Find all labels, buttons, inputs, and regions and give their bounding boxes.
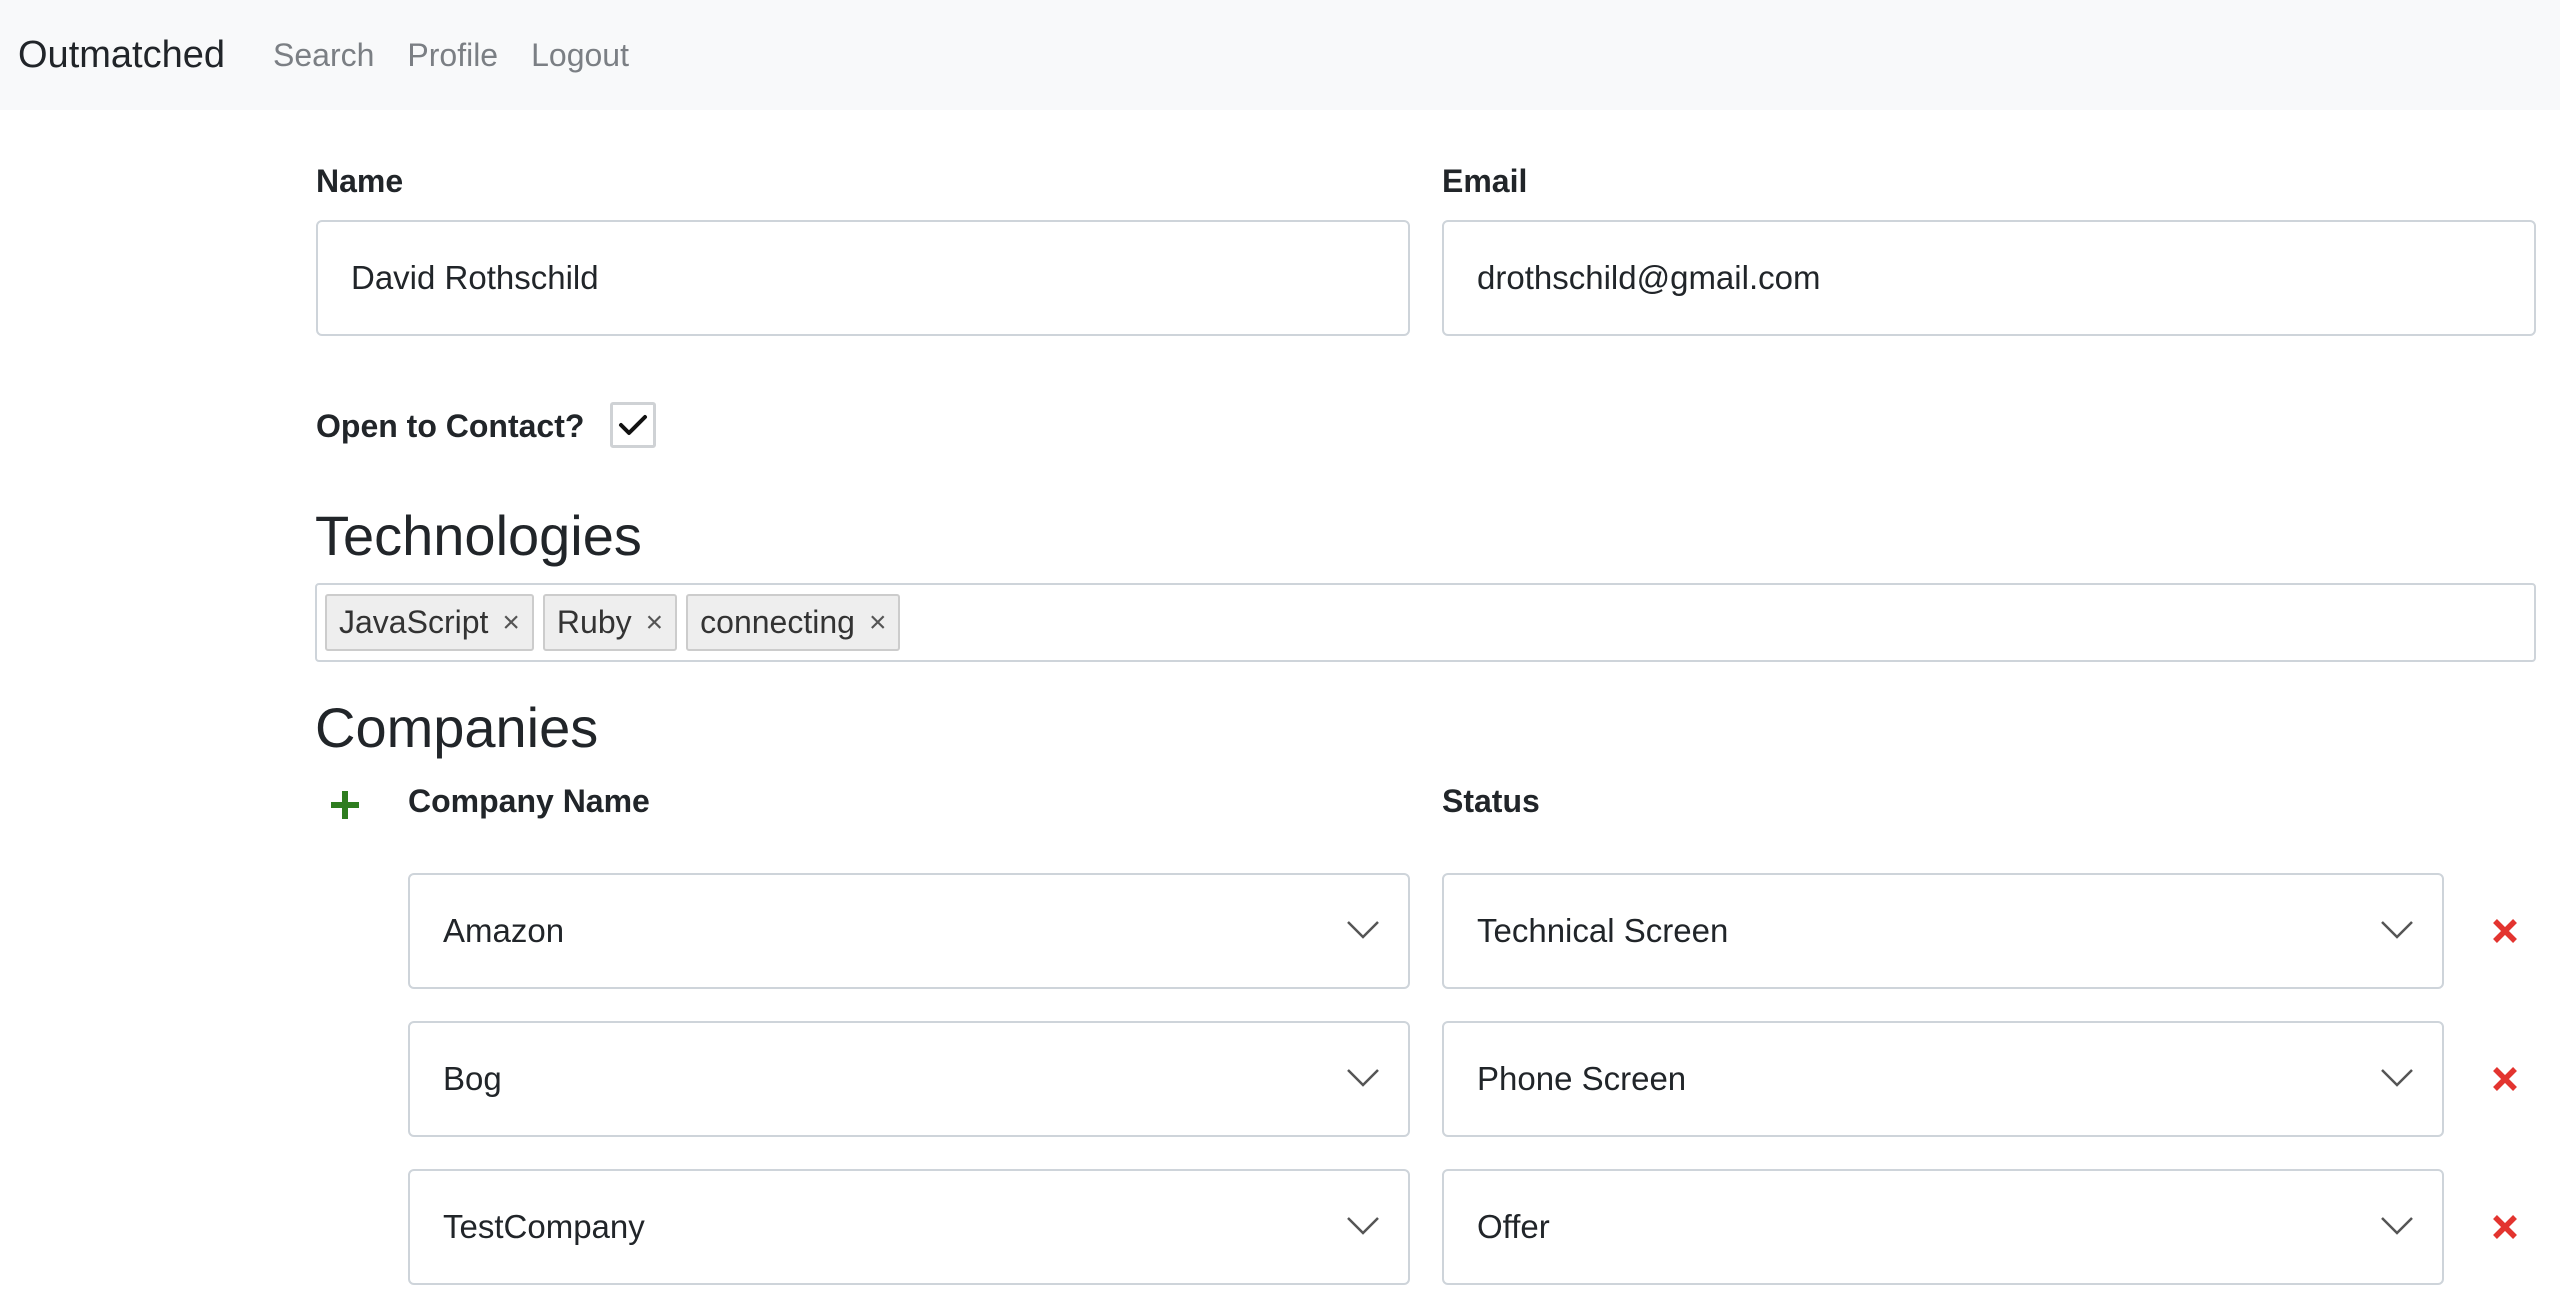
status-column-label: Status — [1442, 783, 1540, 819]
chevron-down-icon — [2381, 1217, 2413, 1235]
open-to-contact-checkbox[interactable] — [610, 402, 656, 448]
name-input[interactable]: David Rothschild — [316, 220, 1410, 336]
brand-logo[interactable]: Outmatched — [18, 34, 225, 77]
nav-link-profile[interactable]: Profile — [407, 37, 498, 74]
chevron-down-icon — [2381, 1069, 2413, 1087]
tag-javascript: JavaScript × — [325, 594, 534, 651]
tag-label: connecting — [700, 604, 855, 640]
plus-icon — [331, 791, 359, 819]
tag-connecting: connecting × — [686, 594, 901, 651]
x-icon — [2493, 919, 2517, 943]
tag-label: Ruby — [556, 604, 632, 640]
chevron-down-icon — [1347, 921, 1379, 939]
email-label: Email — [1442, 163, 1528, 199]
nav-link-logout[interactable]: Logout — [531, 37, 629, 74]
tag-remove-icon[interactable]: × — [646, 606, 664, 640]
company-select-value: Amazon — [443, 912, 565, 949]
remove-company-button[interactable] — [2490, 1212, 2520, 1242]
status-select-value: Technical Screen — [1477, 912, 1729, 949]
company-select-value: TestCompany — [443, 1208, 645, 1245]
technologies-heading: Technologies — [315, 504, 642, 567]
email-input-value: drothschild@gmail.com — [1477, 259, 1821, 296]
navbar: Outmatched Search Profile Logout — [0, 0, 2560, 110]
x-icon — [2493, 1067, 2517, 1091]
chevron-down-icon — [1347, 1217, 1379, 1235]
company-select[interactable]: Bog — [408, 1021, 1410, 1137]
company-select-value: Bog — [443, 1060, 502, 1097]
tag-remove-icon[interactable]: × — [869, 606, 887, 640]
status-select-value: Phone Screen — [1477, 1060, 1687, 1097]
remove-company-button[interactable] — [2490, 1064, 2520, 1094]
open-to-contact-label: Open to Contact? — [316, 408, 585, 444]
email-input[interactable]: drothschild@gmail.com — [1442, 220, 2536, 336]
company-select[interactable]: Amazon — [408, 873, 1410, 989]
remove-company-button[interactable] — [2490, 916, 2520, 946]
name-input-value: David Rothschild — [351, 259, 599, 296]
company-select[interactable]: TestCompany — [408, 1169, 1410, 1285]
nav-link-search[interactable]: Search — [273, 37, 374, 74]
x-icon — [2493, 1215, 2517, 1239]
status-select[interactable]: Technical Screen — [1442, 873, 2444, 989]
status-select[interactable]: Phone Screen — [1442, 1021, 2444, 1137]
tag-ruby: Ruby × — [542, 594, 678, 651]
chevron-down-icon — [1347, 1069, 1379, 1087]
tag-remove-icon[interactable]: × — [502, 606, 520, 640]
chevron-down-icon — [2381, 921, 2413, 939]
company-name-column-label: Company Name — [408, 783, 650, 819]
add-company-button[interactable] — [326, 786, 364, 824]
tag-label: JavaScript — [339, 604, 489, 640]
status-select-value: Offer — [1477, 1208, 1550, 1245]
check-icon — [619, 415, 647, 435]
status-select[interactable]: Offer — [1442, 1169, 2444, 1285]
name-label: Name — [316, 163, 404, 199]
technologies-tag-input[interactable]: JavaScript × Ruby × connecting × — [315, 583, 2536, 662]
companies-heading: Companies — [315, 696, 599, 759]
